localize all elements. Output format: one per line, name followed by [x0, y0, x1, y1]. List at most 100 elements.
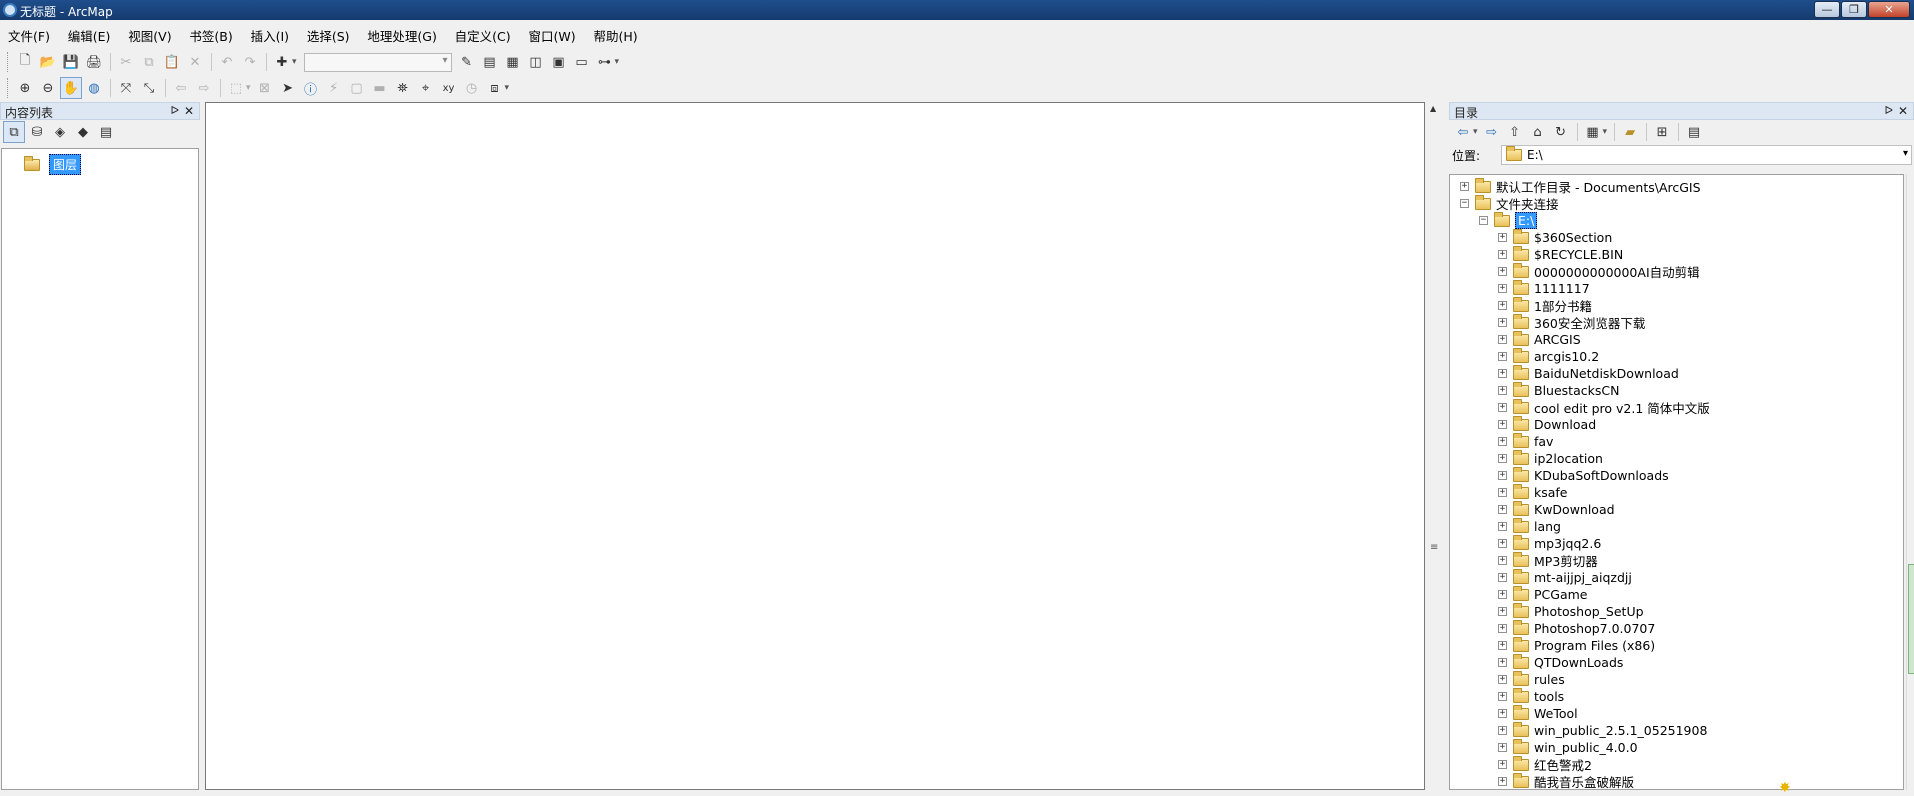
- folder-item[interactable]: + PCGame: [1498, 585, 1587, 603]
- folder-item[interactable]: + arcgis10.2: [1498, 347, 1599, 365]
- close-window-button[interactable]: ✕: [1868, 1, 1910, 18]
- folder-item[interactable]: + lang: [1498, 517, 1561, 535]
- go-forward-extent-icon[interactable]: ⇨: [193, 77, 215, 99]
- folder-label[interactable]: WeTool: [1534, 706, 1578, 721]
- go-back-extent-icon[interactable]: ⇦: [170, 77, 192, 99]
- folder-item[interactable]: + $360Section: [1498, 228, 1612, 246]
- expand-icon[interactable]: +: [1498, 522, 1507, 531]
- views-icon[interactable]: ▦: [1582, 121, 1604, 143]
- list-by-selection-icon[interactable]: ◆: [72, 121, 94, 143]
- toolbar-grip[interactable]: [7, 52, 11, 72]
- folder-item[interactable]: + Download: [1498, 415, 1596, 433]
- folder-label[interactable]: Program Files (x86): [1534, 638, 1655, 653]
- close-icon[interactable]: ✕: [1898, 104, 1908, 118]
- html-popup-icon[interactable]: ▢: [346, 77, 368, 99]
- folder-label[interactable]: tools: [1534, 689, 1564, 704]
- folder-label[interactable]: BluestacksCN: [1534, 383, 1619, 398]
- folder-label[interactable]: Photoshop7.0.0707: [1534, 621, 1655, 636]
- folder-item[interactable]: + Photoshop7.0.0707: [1498, 619, 1655, 637]
- folder-item[interactable]: + 酷我音乐盒破解版: [1498, 772, 1634, 789]
- expand-icon[interactable]: +: [1498, 488, 1507, 497]
- folder-label[interactable]: mp3jqq2.6: [1534, 536, 1601, 551]
- folder-item[interactable]: + mt-aijjpj_aiqzdjj: [1498, 568, 1632, 586]
- table-of-contents-window-icon[interactable]: ▤: [479, 51, 501, 73]
- folder-label[interactable]: KDubaSoftDownloads: [1534, 468, 1669, 483]
- folder-item[interactable]: + tools: [1498, 687, 1564, 705]
- menu-bookmarks[interactable]: 书签(B): [183, 22, 238, 45]
- folder-label[interactable]: mt-aijjpj_aiqzdjj: [1534, 570, 1632, 585]
- expand-icon[interactable]: +: [1498, 709, 1507, 718]
- layers-label[interactable]: 图层: [49, 154, 82, 175]
- folder-item[interactable]: + ARCGIS: [1498, 330, 1581, 348]
- menu-file[interactable]: 文件(F): [2, 22, 56, 45]
- expand-icon[interactable]: +: [1498, 250, 1507, 259]
- search-window-icon[interactable]: ◫: [525, 51, 547, 73]
- splitter-grip-icon[interactable]: ≡: [1430, 542, 1438, 553]
- folder-item[interactable]: + $RECYCLE.BIN: [1498, 245, 1623, 263]
- expand-icon[interactable]: +: [1498, 403, 1507, 412]
- folder-label[interactable]: $RECYCLE.BIN: [1534, 247, 1623, 262]
- expand-icon[interactable]: +: [1498, 726, 1507, 735]
- expand-icon[interactable]: +: [1498, 233, 1507, 242]
- close-icon[interactable]: ✕: [184, 104, 194, 118]
- expand-icon[interactable]: +: [1498, 556, 1507, 565]
- catalog-scrollbar[interactable]: [1906, 174, 1914, 790]
- folder-item[interactable]: +360安全浏览器下载: [1498, 313, 1645, 332]
- folder-item[interactable]: +1111117: [1498, 279, 1590, 297]
- expand-icon[interactable]: +: [1498, 624, 1507, 633]
- menu-geoprocessing[interactable]: 地理处理(G): [361, 22, 442, 45]
- folder-label[interactable]: ARCGIS: [1534, 332, 1581, 347]
- menu-help[interactable]: 帮助(H): [587, 22, 643, 45]
- fixed-zoom-in-icon[interactable]: ⤧: [115, 77, 137, 99]
- expand-icon[interactable]: +: [1498, 301, 1507, 310]
- catalog-options-icon[interactable]: ▤: [1683, 121, 1705, 143]
- folder-item[interactable]: + QTDownLoads: [1498, 653, 1623, 671]
- go-to-xy-icon[interactable]: xy: [438, 77, 460, 99]
- folder-item[interactable]: + fav: [1498, 432, 1553, 450]
- folder-item[interactable]: + KDubaSoftDownloads: [1498, 466, 1669, 484]
- toc-options-icon[interactable]: ▤: [95, 121, 117, 143]
- tree-node-label[interactable]: E:\: [1515, 212, 1538, 229]
- redo-icon[interactable]: ↷: [239, 51, 261, 73]
- folder-label[interactable]: PCGame: [1534, 587, 1587, 602]
- modelbuilder-icon[interactable]: ⊶: [594, 51, 616, 73]
- folder-label[interactable]: Download: [1534, 417, 1596, 432]
- expand-icon[interactable]: +: [1498, 777, 1507, 786]
- fixed-zoom-out-icon[interactable]: ⤡: [138, 77, 160, 99]
- expand-icon[interactable]: +: [1498, 573, 1507, 582]
- folder-label[interactable]: QTDownLoads: [1534, 655, 1623, 670]
- folder-label[interactable]: win_public_2.5.1_05251908: [1534, 723, 1707, 738]
- folder-label[interactable]: lang: [1534, 519, 1561, 534]
- print-icon[interactable]: 🖨: [83, 51, 105, 73]
- expand-icon[interactable]: +: [1498, 743, 1507, 752]
- folder-label[interactable]: 360安全浏览器下载: [1534, 313, 1645, 332]
- menu-view[interactable]: 视图(V): [122, 22, 177, 45]
- home-icon[interactable]: ⌂: [1527, 121, 1549, 143]
- folder-label[interactable]: KwDownload: [1534, 502, 1615, 517]
- folder-item[interactable]: + 红色警戒2: [1498, 755, 1592, 773]
- expand-icon[interactable]: +: [1498, 369, 1507, 378]
- folder-label[interactable]: cool edit pro v2.1 简体中文版: [1534, 398, 1710, 417]
- python-window-icon[interactable]: ▭: [571, 51, 593, 73]
- folder-item[interactable]: +1部分书籍: [1498, 296, 1592, 314]
- connect-folder-icon[interactable]: ▰: [1619, 121, 1641, 143]
- minimize-button[interactable]: —: [1814, 1, 1840, 18]
- expand-icon[interactable]: +: [1498, 675, 1507, 684]
- map-scale-combobox[interactable]: [303, 52, 452, 72]
- clear-selection-icon[interactable]: ⊠: [254, 77, 276, 99]
- editor-toolbar-icon[interactable]: ✎: [456, 51, 478, 73]
- folder-label[interactable]: fav: [1534, 434, 1553, 449]
- folder-item[interactable]: + MP3剪切器: [1498, 551, 1598, 570]
- folder-label[interactable]: $360Section: [1534, 230, 1612, 245]
- create-viewer-window-icon[interactable]: ⧈: [484, 77, 506, 99]
- expand-icon[interactable]: +: [1498, 284, 1507, 293]
- folder-label[interactable]: MP3剪切器: [1534, 551, 1598, 570]
- folder-item[interactable]: +0000000000000AI自动剪辑: [1498, 262, 1700, 280]
- expand-icon[interactable]: +: [1498, 335, 1507, 344]
- expand-icon[interactable]: +: [1498, 454, 1507, 463]
- folder-label[interactable]: rules: [1534, 672, 1565, 687]
- menu-selection[interactable]: 选择(S): [301, 22, 356, 45]
- expand-icon[interactable]: +: [1498, 505, 1507, 514]
- refresh-icon[interactable]: ↻: [1550, 121, 1572, 143]
- expand-icon[interactable]: +: [1498, 760, 1507, 769]
